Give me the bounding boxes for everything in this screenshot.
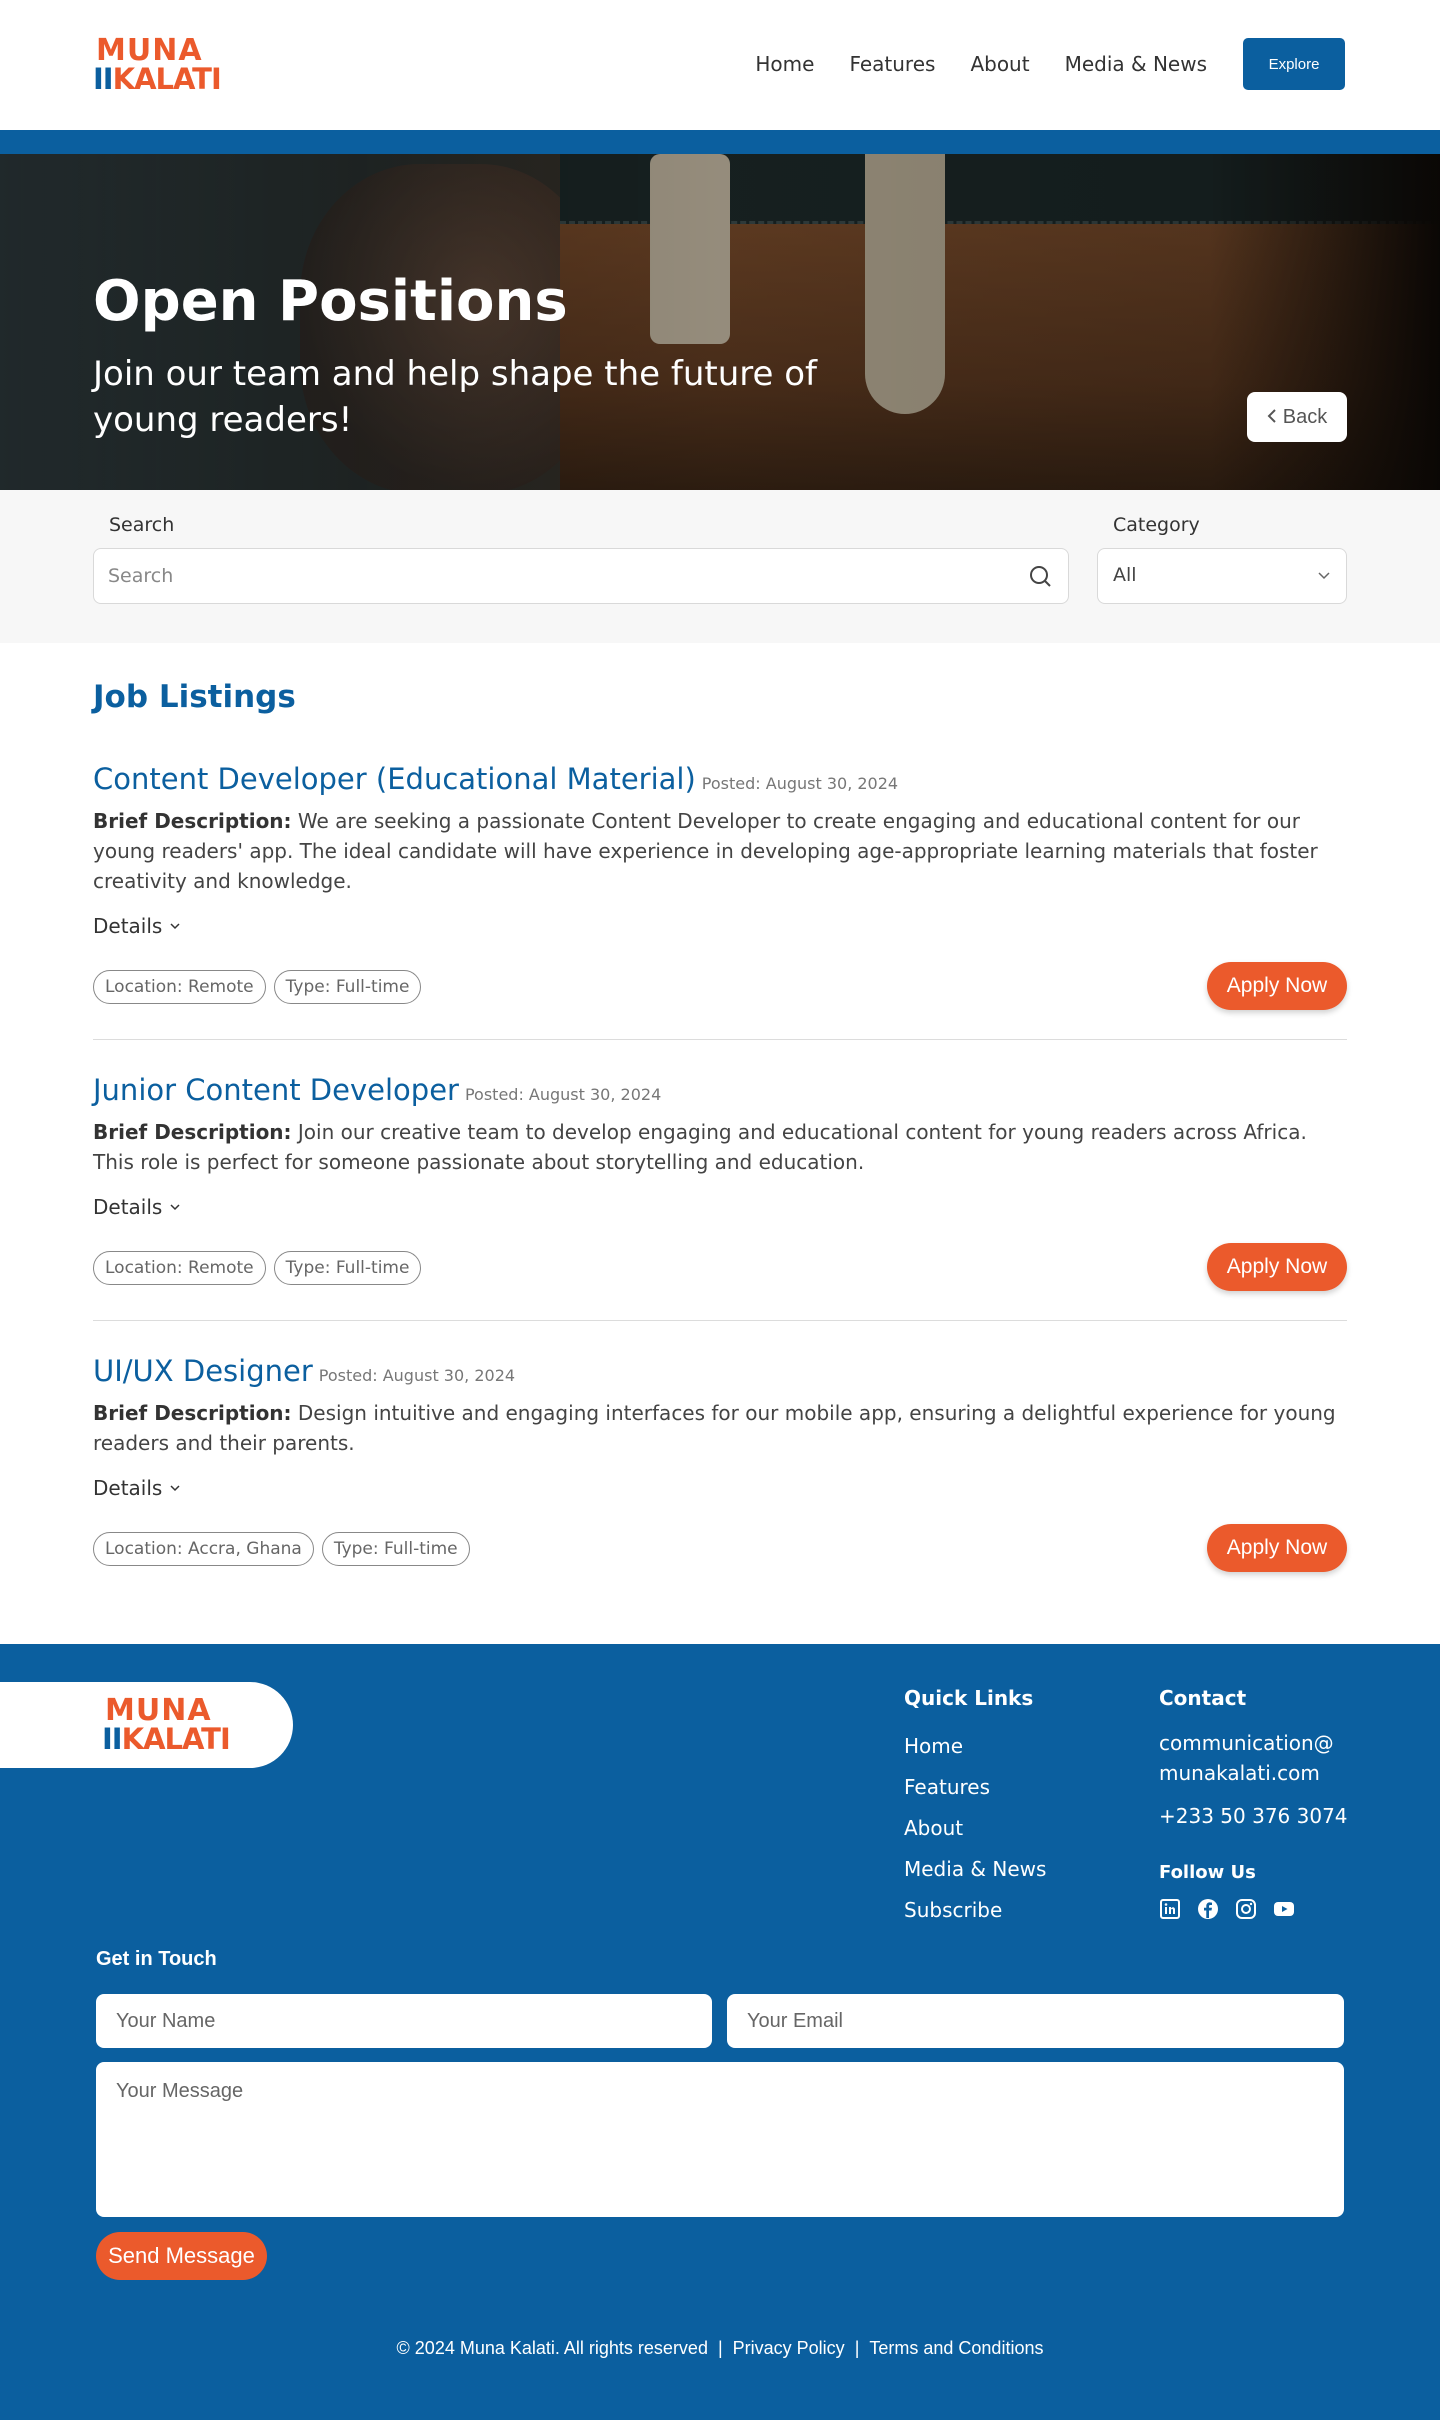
chevron-down-icon bbox=[170, 1204, 180, 1211]
category-select[interactable]: All bbox=[1097, 548, 1347, 604]
logo-text-bottom: IIKALATI bbox=[102, 1722, 231, 1756]
nav-link-about[interactable]: About bbox=[970, 52, 1029, 76]
site-footer: MUNA IIKALATI Quick Links Home Features … bbox=[0, 1644, 1440, 2420]
footer-link-about[interactable]: About bbox=[904, 1816, 963, 1840]
location-tag: Location: Remote bbox=[93, 970, 266, 1004]
search-field bbox=[93, 548, 1069, 604]
job-card: Content Developer (Educational Material)… bbox=[93, 762, 1347, 1012]
terms-link[interactable]: Terms and Conditions bbox=[869, 2338, 1043, 2358]
job-divider bbox=[93, 1320, 1347, 1321]
contact-phone[interactable]: +233 50 376 3074 bbox=[1159, 1801, 1348, 1831]
details-toggle[interactable]: Details bbox=[93, 1195, 182, 1219]
back-button-label: Back bbox=[1282, 405, 1328, 428]
job-title[interactable]: Content Developer (Educational Material) bbox=[93, 762, 696, 796]
search-input[interactable] bbox=[108, 549, 1008, 603]
chevron-down-icon bbox=[170, 1485, 180, 1492]
header-accent-strip bbox=[0, 130, 1440, 154]
job-title[interactable]: UI/UX Designer bbox=[93, 1354, 313, 1388]
job-description: Brief Description: Design intuitive and … bbox=[93, 1401, 1336, 1455]
nav-link-features[interactable]: Features bbox=[849, 52, 935, 76]
type-tag: Type: Full-time bbox=[273, 1251, 422, 1285]
quick-links-heading: Quick Links bbox=[904, 1686, 1034, 1710]
name-field[interactable] bbox=[96, 1994, 712, 2048]
hero-banner: Open Positions Join our team and help sh… bbox=[0, 154, 1440, 490]
footer-brand-logo[interactable]: MUNA IIKALATI bbox=[102, 1696, 231, 1756]
back-button[interactable]: Back bbox=[1247, 392, 1347, 442]
location-tag: Location: Accra, Ghana bbox=[93, 1532, 314, 1566]
type-tag: Type: Full-time bbox=[273, 970, 422, 1004]
get-in-touch-heading: Get in Touch bbox=[96, 1948, 217, 1970]
job-posted-date: Posted: August 30, 2024 bbox=[701, 774, 899, 793]
copyright-text: © 2024 Muna Kalati. All rights reserved bbox=[396, 2338, 708, 2358]
follow-us-heading: Follow Us bbox=[1159, 1862, 1256, 1883]
job-listings-heading: Job Listings bbox=[93, 679, 296, 715]
email-field[interactable] bbox=[727, 1994, 1344, 2048]
main-nav: Home Features About Media & News Explore bbox=[720, 38, 1345, 90]
job-posted-date: Posted: August 30, 2024 bbox=[318, 1366, 516, 1385]
footer-link-home[interactable]: Home bbox=[904, 1734, 963, 1758]
contact-heading: Contact bbox=[1159, 1686, 1247, 1710]
filter-bar: Search Category All bbox=[0, 490, 1440, 643]
logo-text-bottom: IIKALATI bbox=[93, 62, 222, 96]
footer-logo-container: MUNA IIKALATI bbox=[0, 1682, 293, 1768]
job-tags: Location: Remote Type: Full-time Apply No… bbox=[93, 1243, 1347, 1293]
footer-link-subscribe[interactable]: Subscribe bbox=[904, 1898, 1002, 1922]
page-subtitle: Join our team and help shape the future … bbox=[93, 354, 817, 440]
nav-link-media-news[interactable]: Media & News bbox=[1065, 52, 1207, 76]
type-tag: Type: Full-time bbox=[321, 1532, 470, 1566]
job-title[interactable]: Junior Content Developer bbox=[93, 1073, 459, 1107]
privacy-policy-link[interactable]: Privacy Policy bbox=[733, 2338, 845, 2358]
apply-now-button[interactable]: Apply Now bbox=[1207, 1243, 1347, 1291]
social-links bbox=[1159, 1898, 1311, 1920]
explore-button[interactable]: Explore bbox=[1243, 38, 1345, 90]
location-tag: Location: Remote bbox=[93, 1251, 266, 1285]
chevron-down-icon bbox=[1316, 567, 1332, 583]
separator: | bbox=[854, 2338, 860, 2358]
site-header: MUNA IIKALATI Home Features About Media … bbox=[0, 0, 1440, 130]
category-label: Category bbox=[1113, 514, 1200, 536]
separator: | bbox=[717, 2338, 723, 2358]
job-posted-date: Posted: August 30, 2024 bbox=[464, 1085, 662, 1104]
apply-now-button[interactable]: Apply Now bbox=[1207, 1524, 1347, 1572]
instagram-icon[interactable] bbox=[1235, 1898, 1257, 1920]
contact-email[interactable]: communication@ munakalati.com bbox=[1159, 1728, 1334, 1788]
nav-link-home[interactable]: Home bbox=[755, 52, 814, 76]
job-tags: Location: Remote Type: Full-time Apply No… bbox=[93, 962, 1347, 1012]
youtube-icon[interactable] bbox=[1273, 1898, 1295, 1920]
job-description: Brief Description: We are seeking a pass… bbox=[93, 809, 1318, 893]
search-label: Search bbox=[109, 514, 175, 536]
search-icon[interactable] bbox=[1028, 564, 1054, 590]
chevron-left-icon bbox=[1267, 406, 1277, 429]
category-selected-value: All bbox=[1113, 564, 1137, 586]
job-description: Brief Description: Join our creative tea… bbox=[93, 1120, 1307, 1174]
linkedin-icon[interactable] bbox=[1159, 1898, 1181, 1920]
page-title: Open Positions bbox=[93, 269, 568, 334]
footer-link-features[interactable]: Features bbox=[904, 1775, 990, 1799]
brand-logo[interactable]: MUNA IIKALATI bbox=[93, 36, 222, 96]
message-field[interactable] bbox=[96, 2062, 1344, 2217]
facebook-icon[interactable] bbox=[1197, 1898, 1219, 1920]
job-tags: Location: Accra, Ghana Type: Full-time Ap… bbox=[93, 1524, 1347, 1574]
job-card: Junior Content Developer Posted: August 3… bbox=[93, 1073, 1347, 1293]
details-toggle[interactable]: Details bbox=[93, 914, 182, 938]
chevron-down-icon bbox=[170, 923, 180, 930]
job-divider bbox=[93, 1039, 1347, 1040]
footer-bottom-bar: © 2024 Muna Kalati. All rights reserved |… bbox=[0, 2338, 1440, 2359]
send-message-button[interactable]: Send Message bbox=[96, 2232, 267, 2280]
footer-link-media-news[interactable]: Media & News bbox=[904, 1857, 1046, 1881]
apply-now-button[interactable]: Apply Now bbox=[1207, 962, 1347, 1010]
job-card: UI/UX Designer Posted: August 30, 2024 Br… bbox=[93, 1354, 1347, 1574]
details-toggle[interactable]: Details bbox=[93, 1476, 182, 1500]
